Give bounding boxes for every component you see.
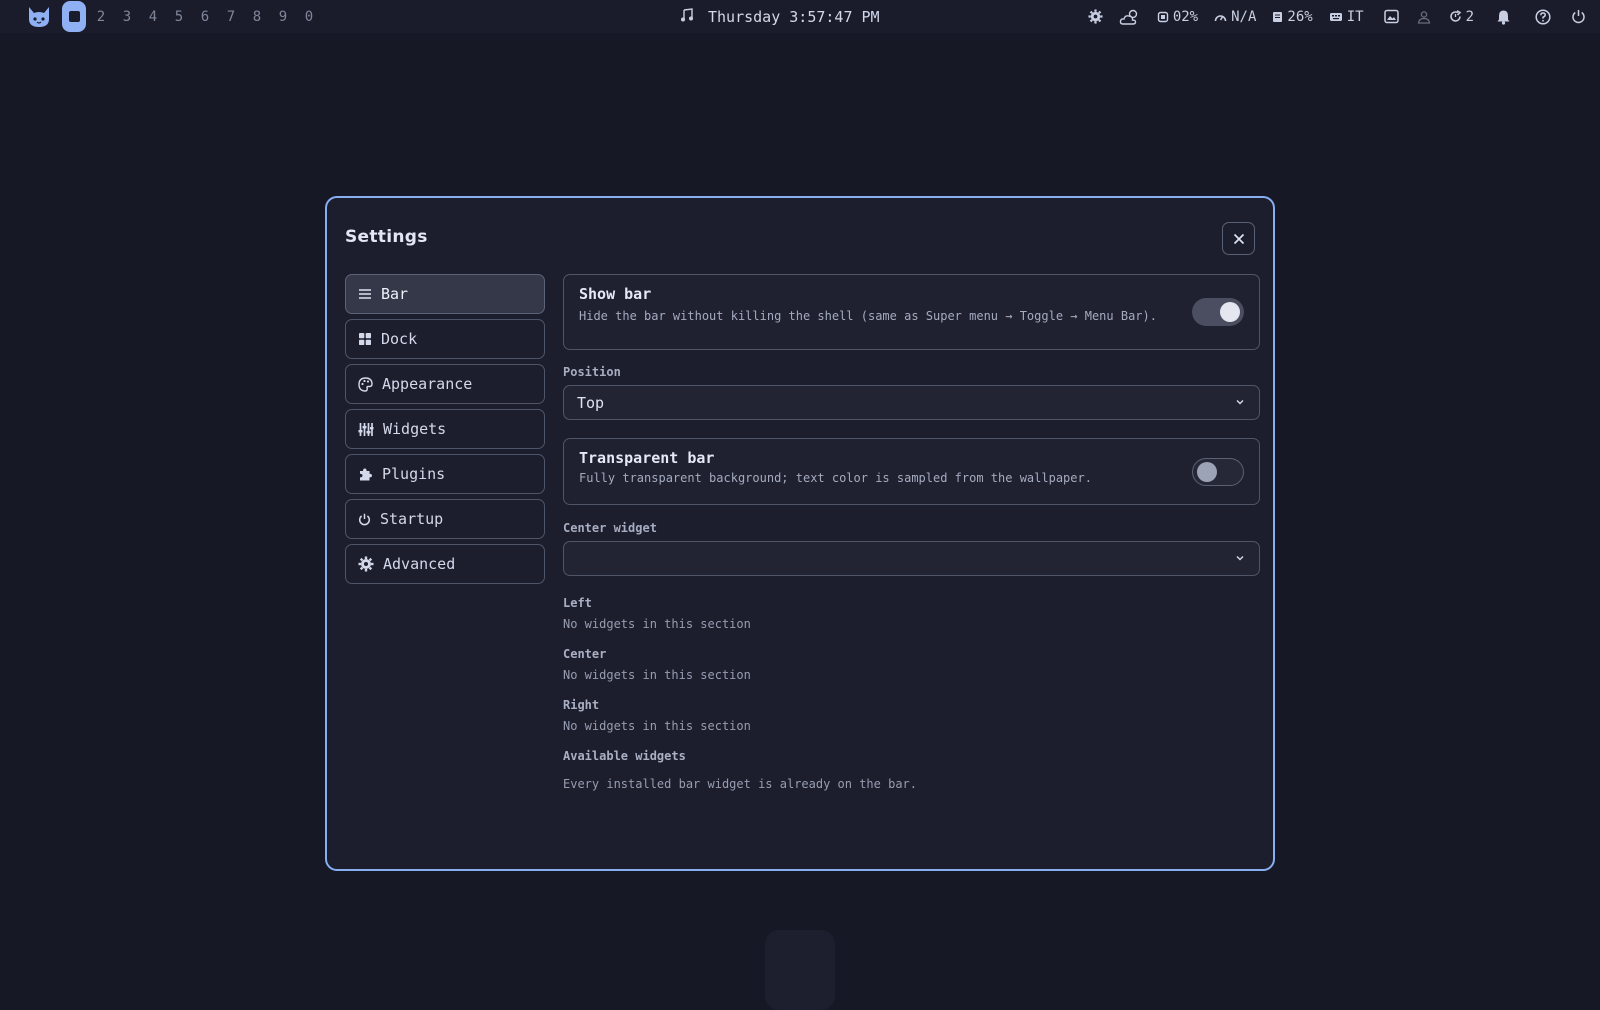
nav-item-widgets[interactable]: Widgets: [345, 409, 545, 449]
palette-icon: [358, 376, 373, 392]
close-icon: [1233, 233, 1244, 244]
settings-nav: Bar Dock Appearance Widgets Plugins Star…: [345, 274, 545, 589]
transparent-bar-description: Fully transparent background; text color…: [579, 471, 1092, 485]
user-idle-icon[interactable]: [1417, 10, 1431, 24]
workspace-0[interactable]: 0: [296, 9, 322, 25]
nav-item-bar[interactable]: Bar: [345, 274, 545, 314]
nav-item-startup[interactable]: Startup: [345, 499, 545, 539]
section-left-empty: No widgets in this section: [563, 617, 751, 631]
available-widgets-note: Every installed bar widget is already on…: [563, 777, 918, 791]
cpu-indicator[interactable]: 02%: [1157, 9, 1198, 25]
updates-value: 2: [1465, 8, 1474, 25]
puzzle-icon: [360, 468, 372, 480]
section-left-label: Left: [563, 596, 592, 610]
workspace-switcher: 2 3 4 5 6 7 8 9 0: [26, 0, 322, 33]
power-icon[interactable]: [1571, 9, 1586, 24]
chevron-down-icon: [1236, 399, 1244, 405]
grid-icon: [359, 333, 371, 345]
nav-item-advanced[interactable]: Advanced: [345, 544, 545, 584]
transparent-bar-title: Transparent bar: [579, 449, 715, 467]
workspace-2[interactable]: 2: [88, 9, 114, 25]
help-icon[interactable]: [1535, 8, 1551, 25]
cat-logo-icon[interactable]: [26, 4, 52, 30]
transparent-bar-card: Transparent bar Fully transparent backgr…: [563, 438, 1260, 505]
nav-item-label: Dock: [381, 330, 418, 348]
keyboard-layout-indicator[interactable]: IT: [1329, 9, 1364, 25]
dock[interactable]: [765, 930, 835, 1010]
nav-item-label: Bar: [381, 285, 409, 303]
workspace-7[interactable]: 7: [218, 9, 244, 25]
bell-icon[interactable]: [1496, 9, 1511, 25]
position-select[interactable]: Top: [563, 385, 1260, 420]
keyboard-layout-value: IT: [1346, 8, 1364, 25]
nav-item-label: Startup: [380, 510, 444, 528]
section-center-empty: No widgets in this section: [563, 668, 751, 682]
gear-icon[interactable]: [1088, 9, 1103, 24]
workspace-3[interactable]: 3: [114, 9, 140, 25]
top-bar: 2 3 4 5 6 7 8 9 0 Thursday 3:57:47 PM 02…: [0, 0, 1600, 33]
position-value: Top: [577, 393, 605, 412]
nav-item-label: Appearance: [382, 375, 473, 393]
nav-item-label: Plugins: [382, 465, 446, 483]
available-widgets-label: Available widgets: [563, 749, 686, 763]
status-area: 02% N/A 26% IT 2: [1072, 0, 1586, 33]
transparent-bar-toggle[interactable]: [1192, 457, 1244, 486]
chevron-down-icon: [1236, 555, 1244, 561]
memory-value: 26%: [1287, 8, 1313, 25]
keyboard-icon: [1329, 12, 1342, 21]
close-button[interactable]: [1222, 222, 1255, 255]
workspace-6[interactable]: 6: [192, 9, 218, 25]
settings-content: Show bar Hide the bar without killing th…: [563, 274, 1260, 791]
workspace-4[interactable]: 4: [140, 9, 166, 25]
section-right-empty: No widgets in this section: [563, 719, 751, 733]
nav-item-plugins[interactable]: Plugins: [345, 454, 545, 494]
section-center-label: Center: [563, 647, 607, 661]
clock-area[interactable]: Thursday 3:57:47 PM: [680, 0, 880, 33]
show-bar-toggle[interactable]: [1192, 298, 1244, 326]
sliders-icon: [358, 422, 374, 436]
gear-icon: [358, 556, 374, 572]
menu-lines-icon: [359, 289, 371, 299]
workspace-9[interactable]: 9: [270, 9, 296, 25]
network-indicator[interactable]: N/A: [1214, 9, 1256, 25]
window-title: Settings: [345, 227, 428, 247]
section-right-label: Right: [563, 698, 600, 712]
show-bar-title: Show bar: [579, 285, 652, 303]
nav-item-dock[interactable]: Dock: [345, 319, 545, 359]
workspace-1-active[interactable]: [62, 1, 86, 32]
center-widget-label: Center widget: [563, 521, 657, 535]
show-bar-description: Hide the bar without killing the shell (…: [579, 309, 1157, 323]
gauge-icon: [1214, 14, 1227, 21]
clock-text: Thursday 3:57:47 PM: [708, 7, 880, 26]
position-label: Position: [563, 365, 621, 379]
nav-item-appearance[interactable]: Appearance: [345, 364, 545, 404]
workspace-5[interactable]: 5: [166, 9, 192, 25]
memory-indicator[interactable]: 26%: [1272, 8, 1313, 25]
music-note-icon[interactable]: [680, 7, 694, 26]
settings-window: Settings Bar Dock Appearance Widgets Plu…: [325, 196, 1275, 871]
screenshot-icon[interactable]: [1383, 9, 1399, 24]
network-value: N/A: [1231, 8, 1257, 25]
weather-cloud-sun-icon[interactable]: [1119, 8, 1141, 26]
center-widget-select[interactable]: [563, 541, 1260, 576]
cpu-value: 02%: [1172, 8, 1199, 25]
refresh-icon: [1449, 10, 1461, 22]
power-icon: [359, 513, 370, 525]
nav-item-label: Widgets: [383, 420, 447, 438]
workspace-8[interactable]: 8: [244, 9, 270, 25]
nav-item-label: Advanced: [383, 555, 456, 573]
cpu-icon: [1157, 11, 1169, 22]
updates-indicator[interactable]: 2: [1449, 9, 1474, 25]
show-bar-card: Show bar Hide the bar without killing th…: [563, 274, 1260, 350]
memory-icon: [1273, 11, 1283, 22]
